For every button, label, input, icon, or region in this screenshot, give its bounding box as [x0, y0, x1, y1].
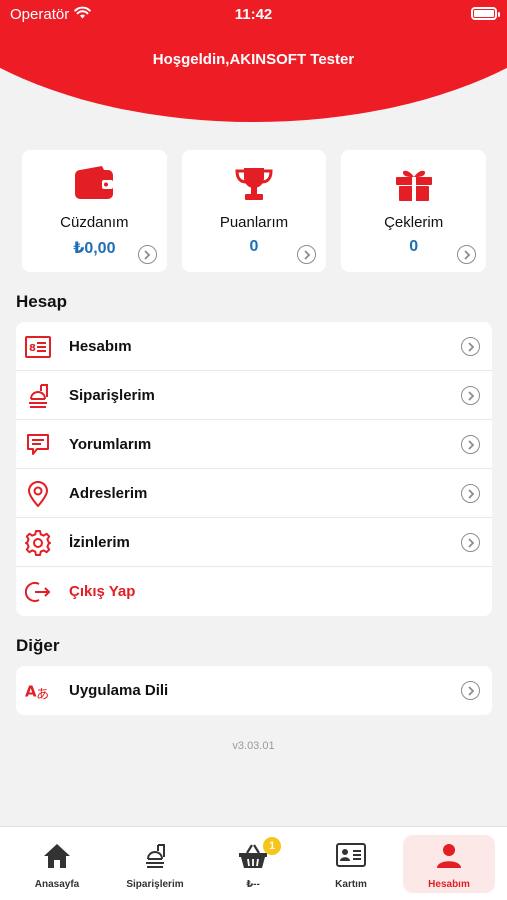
- cheques-title: Çeklerim: [384, 214, 444, 231]
- welcome-text: Hoşgeldin,AKINSOFT Tester: [152, 51, 355, 68]
- account-section-title: Hesap: [16, 292, 68, 311]
- menu-item-language[interactable]: Aあ Uygulama Dili: [16, 666, 492, 715]
- tab-label: Kartım: [335, 879, 367, 890]
- tab-label: Anasayfa: [34, 879, 80, 890]
- tab-account[interactable]: Hesabım: [403, 835, 495, 893]
- menu-item-logout[interactable]: Çıkış Yap: [16, 567, 492, 616]
- tab-basket[interactable]: 1 ₺--: [207, 835, 299, 893]
- points-chevron-icon: [297, 245, 317, 264]
- chevron-right-icon: [461, 484, 480, 503]
- trophy-icon: [182, 166, 327, 202]
- battery-icon: [471, 7, 500, 20]
- other-section-title: Diğer: [16, 636, 60, 655]
- menu-item-orders[interactable]: Siparişlerim: [16, 371, 492, 420]
- comment-icon: [25, 432, 51, 458]
- chevron-right-icon: [461, 337, 480, 356]
- tab-label: Hesabım: [428, 879, 470, 890]
- summary-cards: Cüzdanım ₺0,00 Puanlarım 0 Çeklerim 0: [22, 150, 487, 272]
- cheques-chevron-icon: [457, 245, 477, 264]
- logout-icon: [25, 579, 51, 605]
- home-icon: [11, 843, 103, 869]
- location-pin-icon: [25, 481, 51, 507]
- chevron-right-icon: [461, 386, 480, 405]
- basket-icon: [207, 843, 299, 869]
- other-menu: Aあ Uygulama Dili: [16, 666, 492, 715]
- menu-item-addresses[interactable]: Adreslerim: [16, 469, 492, 518]
- menu-item-permissions[interactable]: İzinlerim: [16, 518, 492, 567]
- tab-label: ₺--: [246, 879, 260, 890]
- cart-count-badge: 1: [263, 837, 281, 855]
- chevron-right-icon: [461, 533, 480, 552]
- gear-icon: [25, 530, 51, 556]
- menu-item-account[interactable]: 8 Hesabım: [16, 322, 492, 371]
- tab-home[interactable]: Anasayfa: [11, 835, 103, 893]
- tab-label: Siparişlerim: [126, 879, 184, 890]
- svg-text:あ: あ: [36, 687, 49, 702]
- chevron-right-icon: [461, 435, 480, 454]
- chevron-right-icon: [461, 681, 480, 700]
- cheques-card[interactable]: Çeklerim 0: [341, 150, 487, 272]
- wallet-icon: [22, 166, 167, 202]
- wallet-chevron-icon: [137, 245, 157, 264]
- status-bar: Operatör 11:42: [0, 0, 507, 30]
- tab-bar: Anasayfa Siparişlerim 1 ₺-- Kartım Hesab…: [0, 826, 507, 900]
- menu-item-label: Adreslerim: [69, 484, 148, 502]
- battery-level: [474, 10, 494, 17]
- svg-text:8: 8: [29, 343, 36, 354]
- card-icon: [305, 843, 397, 869]
- gift-icon: [341, 166, 486, 202]
- language-icon: Aあ: [25, 678, 51, 704]
- points-title: Puanlarım: [219, 214, 289, 231]
- wallet-card[interactable]: Cüzdanım ₺0,00: [22, 150, 167, 272]
- status-time: 11:42: [234, 6, 273, 23]
- wallet-title: Cüzdanım: [60, 214, 129, 231]
- menu-item-label: Siparişlerim: [69, 386, 155, 404]
- orders-icon: [25, 383, 51, 409]
- tab-orders[interactable]: Siparişlerim: [109, 835, 201, 893]
- tab-card[interactable]: Kartım: [305, 835, 397, 893]
- menu-item-label: Yorumlarım: [69, 435, 152, 453]
- id-card-icon: 8: [25, 334, 51, 360]
- person-icon: [403, 843, 495, 869]
- account-menu: 8 Hesabım Siparişlerim Yorumlarım Adresl…: [16, 322, 492, 616]
- header: Operatör 11:42 Hoşgeldin,AKINSOFT Tester: [0, 0, 507, 122]
- logout-label: Çıkış Yap: [69, 583, 136, 600]
- app-version: v3.03.01: [232, 740, 275, 752]
- menu-item-comments[interactable]: Yorumlarım: [16, 420, 492, 469]
- menu-item-label: İzinlerim: [69, 533, 130, 551]
- points-card[interactable]: Puanlarım 0: [181, 150, 327, 272]
- menu-item-label: Uygulama Dili: [69, 682, 169, 699]
- orders-icon: [109, 843, 201, 869]
- svg-text:A: A: [25, 683, 37, 701]
- menu-item-label: Hesabım: [69, 337, 132, 355]
